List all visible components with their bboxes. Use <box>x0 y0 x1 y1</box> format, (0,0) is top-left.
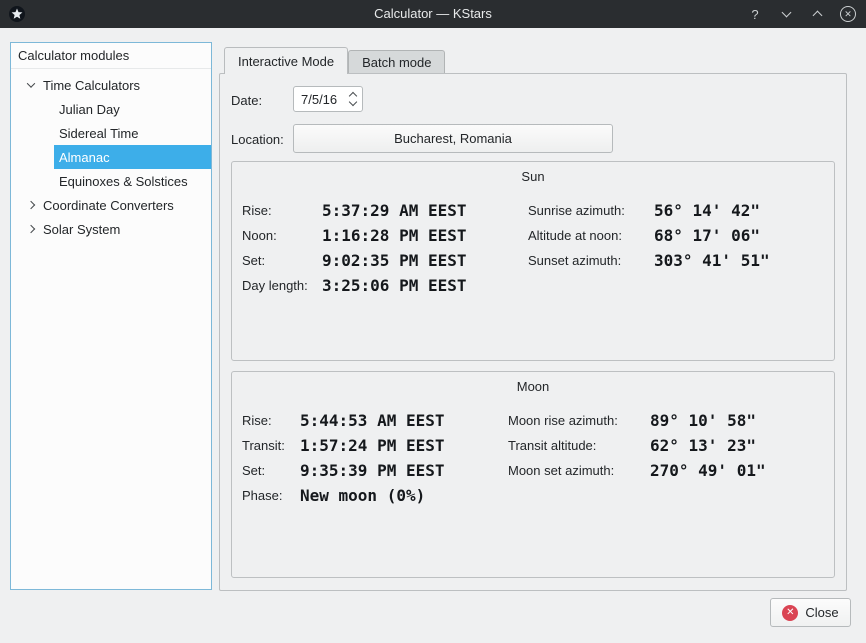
moon-groupbox: Moon Rise: 5:44:53 AM EEST Moon rise azi… <box>231 371 835 578</box>
chevron-down-icon[interactable] <box>27 79 35 87</box>
sunset-azimuth-value: 303° 41' 51" <box>654 251 826 270</box>
tab-interactive-mode[interactable]: Interactive Mode <box>224 47 348 74</box>
minimize-button[interactable] <box>778 6 794 22</box>
sun-group-title: Sun <box>232 169 834 184</box>
sunset-azimuth-label: Sunset azimuth: <box>528 253 654 268</box>
sun-groupbox: Sun Rise: 5:37:29 AM EEST Sunrise azimut… <box>231 161 835 361</box>
mode-tabbar: Interactive Mode Batch mode <box>224 47 445 74</box>
titlebar[interactable]: Calculator — KStars ? ✕ <box>0 0 866 28</box>
tree-item-sidereal-time[interactable]: Sidereal Time <box>54 121 211 145</box>
close-window-button[interactable]: ✕ <box>840 6 856 22</box>
spin-down-icon[interactable] <box>348 98 356 106</box>
moon-transit-value: 1:57:24 PM EEST <box>300 436 508 455</box>
sun-set-value: 9:02:35 PM EEST <box>322 251 528 270</box>
close-button[interactable]: ✕ Close <box>770 598 851 627</box>
date-label: Date: <box>231 93 262 108</box>
maximize-button[interactable] <box>809 6 825 22</box>
moon-phase-value: New moon (0%) <box>300 486 508 505</box>
moon-set-row: Set: 9:35:39 PM EEST Moon set azimuth: 2… <box>242 458 826 483</box>
transit-altitude-label: Transit altitude: <box>508 438 650 453</box>
tree-item-label: Time Calculators <box>43 78 140 93</box>
moon-rise-azimuth-value: 89° 10' 58" <box>650 411 826 430</box>
moon-rise-label: Rise: <box>242 413 300 428</box>
moon-rise-row: Rise: 5:44:53 AM EEST Moon rise azimuth:… <box>242 408 826 433</box>
calculator-modules-panel: Calculator modules Time Calculators Juli… <box>10 42 212 590</box>
sun-rise-value: 5:37:29 AM EEST <box>322 201 528 220</box>
calculator-window: Calculator — KStars ? ✕ Calculator modul… <box>0 0 866 643</box>
window-controls: ? ✕ <box>747 0 856 28</box>
tree-item-label: Coordinate Converters <box>43 198 174 213</box>
day-length-value: 3:25:06 PM EEST <box>322 276 528 295</box>
moon-set-azimuth-label: Moon set azimuth: <box>508 463 650 478</box>
close-button-label: Close <box>805 605 838 620</box>
chevron-right-icon[interactable] <box>27 225 35 233</box>
tree-item-time-calculators[interactable]: Time Calculators <box>11 73 211 97</box>
moon-set-azimuth-value: 270° 49' 01" <box>650 461 826 480</box>
help-button[interactable]: ? <box>747 6 763 22</box>
location-button-label: Bucharest, Romania <box>394 131 512 146</box>
location-label: Location: <box>231 132 284 147</box>
tree-item-coordinate-converters[interactable]: Coordinate Converters <box>11 193 211 217</box>
sun-rows: Rise: 5:37:29 AM EEST Sunrise azimuth: 5… <box>242 198 826 298</box>
sun-noon-value: 1:16:28 PM EEST <box>322 226 528 245</box>
altitude-at-noon-value: 68° 17' 06" <box>654 226 826 245</box>
transit-altitude-value: 62° 13' 23" <box>650 436 826 455</box>
sun-rise-row: Rise: 5:37:29 AM EEST Sunrise azimuth: 5… <box>242 198 826 223</box>
date-input[interactable] <box>294 87 343 111</box>
moon-transit-row: Transit: 1:57:24 PM EEST Transit altitud… <box>242 433 826 458</box>
tree-item-label: Almanac <box>59 150 110 165</box>
chevron-down-icon <box>781 8 791 18</box>
module-tree: Time Calculators Julian Day Sidereal Tim… <box>11 69 211 241</box>
window-title: Calculator — KStars <box>0 0 866 28</box>
day-length-label: Day length: <box>242 278 322 293</box>
moon-transit-label: Transit: <box>242 438 300 453</box>
moon-group-title: Moon <box>232 379 834 394</box>
tree-item-solar-system[interactable]: Solar System <box>11 217 211 241</box>
tab-batch-mode[interactable]: Batch mode <box>348 50 445 74</box>
sun-set-row: Set: 9:02:35 PM EEST Sunset azimuth: 303… <box>242 248 826 273</box>
sun-noon-label: Noon: <box>242 228 322 243</box>
sun-set-label: Set: <box>242 253 322 268</box>
sun-noon-row: Noon: 1:16:28 PM EEST Altitude at noon: … <box>242 223 826 248</box>
moon-set-label: Set: <box>242 463 300 478</box>
altitude-at-noon-label: Altitude at noon: <box>528 228 654 243</box>
tree-item-label: Equinoxes & Solstices <box>59 174 188 189</box>
moon-rise-value: 5:44:53 AM EEST <box>300 411 508 430</box>
day-length-row: Day length: 3:25:06 PM EEST <box>242 273 826 298</box>
sidebar-header: Calculator modules <box>11 43 211 69</box>
date-spinbox[interactable] <box>293 86 363 112</box>
moon-rows: Rise: 5:44:53 AM EEST Moon rise azimuth:… <box>242 408 826 508</box>
sunrise-azimuth-value: 56° 14' 42" <box>654 201 826 220</box>
moon-set-value: 9:35:39 PM EEST <box>300 461 508 480</box>
chevron-up-icon <box>812 11 822 21</box>
interactive-mode-panel: Date: Location: Bucharest, Romania Sun R… <box>219 73 847 591</box>
close-icon: ✕ <box>782 605 798 621</box>
tree-item-almanac[interactable]: Almanac <box>54 145 211 169</box>
chevron-right-icon[interactable] <box>27 201 35 209</box>
tree-item-equinoxes-solstices[interactable]: Equinoxes & Solstices <box>54 169 211 193</box>
tree-item-julian-day[interactable]: Julian Day <box>54 97 211 121</box>
sunrise-azimuth-label: Sunrise azimuth: <box>528 203 654 218</box>
tree-item-label: Julian Day <box>59 102 120 117</box>
moon-phase-label: Phase: <box>242 488 300 503</box>
tree-item-label: Solar System <box>43 222 120 237</box>
date-spin-buttons[interactable] <box>343 87 362 111</box>
moon-phase-row: Phase: New moon (0%) <box>242 483 826 508</box>
tree-item-label: Sidereal Time <box>59 126 138 141</box>
location-button[interactable]: Bucharest, Romania <box>293 124 613 153</box>
sun-rise-label: Rise: <box>242 203 322 218</box>
moon-rise-azimuth-label: Moon rise azimuth: <box>508 413 650 428</box>
